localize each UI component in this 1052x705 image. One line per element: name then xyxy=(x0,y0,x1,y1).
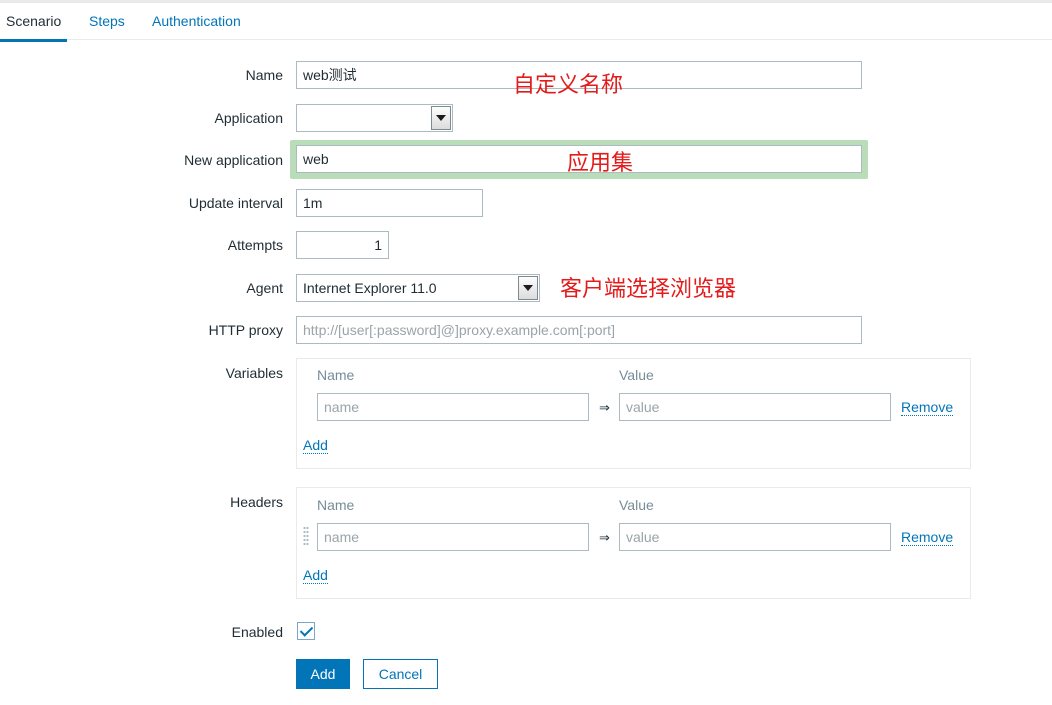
arrow-icon: ⇒ xyxy=(599,530,610,545)
headers-label: Headers xyxy=(230,494,283,510)
update-interval-input[interactable]: 1m xyxy=(296,189,483,217)
header-remove-link[interactable]: Remove xyxy=(901,529,954,546)
update-interval-label: Update interval xyxy=(188,195,283,211)
add-button[interactable]: Add xyxy=(296,659,350,689)
arrow-icon: ⇒ xyxy=(599,400,610,415)
http-proxy-label: HTTP proxy xyxy=(208,322,283,338)
variables-col-value: Value xyxy=(619,367,654,383)
variables-label: Variables xyxy=(225,365,283,381)
header-value-input[interactable]: value xyxy=(619,523,891,551)
headers-col-name: Name xyxy=(317,497,355,513)
chevron-down-icon[interactable] xyxy=(518,276,538,300)
tab-authentication[interactable]: Authentication xyxy=(152,3,241,40)
agent-select[interactable]: Internet Explorer 11.0 xyxy=(296,274,540,302)
variable-name-input[interactable]: name xyxy=(317,393,589,421)
tab-bar: Scenario Steps Authentication xyxy=(0,0,1052,42)
chevron-down-icon[interactable] xyxy=(431,106,451,130)
agent-value: Internet Explorer 11.0 xyxy=(303,280,437,296)
variables-table: Name Value name ⇒ value Remove Add xyxy=(296,358,971,469)
http-proxy-input[interactable]: http://[user[:password]@]proxy.example.c… xyxy=(296,316,862,344)
variables-col-name: Name xyxy=(317,367,355,383)
header-add-link[interactable]: Add xyxy=(303,567,328,584)
agent-label: Agent xyxy=(246,280,283,296)
drag-handle-icon[interactable] xyxy=(303,526,309,546)
cancel-button[interactable]: Cancel xyxy=(363,659,438,689)
headers-col-value: Value xyxy=(619,497,654,513)
application-select[interactable] xyxy=(296,104,453,132)
new-application-label: New application xyxy=(184,152,283,168)
attempts-label: Attempts xyxy=(227,237,283,253)
name-annotation: 自定义名称 xyxy=(513,73,624,98)
application-label: Application xyxy=(214,110,284,126)
variable-value-input[interactable]: value xyxy=(619,393,891,421)
headers-table: Name Value name ⇒ value Remove Add xyxy=(296,487,971,599)
attempts-input[interactable]: 1 xyxy=(296,231,389,259)
tab-scenario[interactable]: Scenario xyxy=(0,3,68,42)
variable-remove-link[interactable]: Remove xyxy=(901,399,954,416)
tab-steps[interactable]: Steps xyxy=(89,3,125,40)
agent-annotation: 客户端选择浏览器 xyxy=(560,277,737,302)
application-annotation: 应用集 xyxy=(567,151,634,176)
name-label: Name xyxy=(245,67,283,83)
variable-add-link[interactable]: Add xyxy=(303,437,328,454)
enabled-label: Enabled xyxy=(231,624,283,640)
header-name-input[interactable]: name xyxy=(317,523,589,551)
enabled-checkbox[interactable] xyxy=(297,622,315,640)
